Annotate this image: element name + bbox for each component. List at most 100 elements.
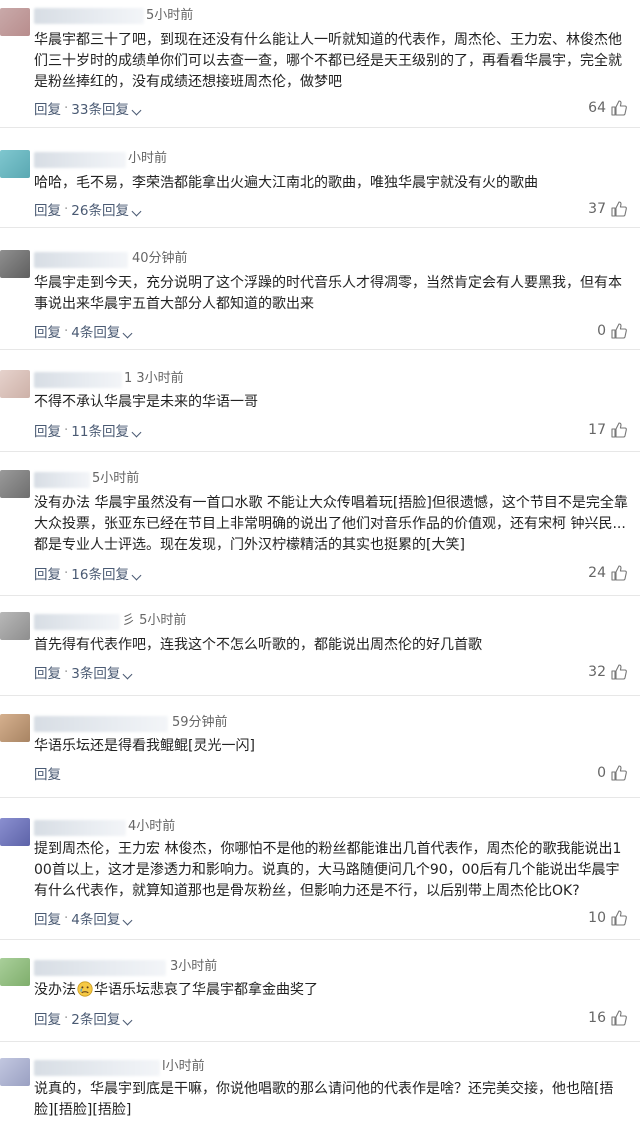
like-button[interactable]: 0 [597,321,628,341]
username-blurred[interactable] [34,152,126,168]
thumbs-up-icon [611,765,627,781]
like-count: 10 [588,910,606,926]
like-button[interactable]: 16 [588,1008,628,1028]
avatar[interactable] [0,958,30,986]
view-replies-button[interactable]: 4条回复 [71,908,133,928]
thumbs-up-icon [611,664,627,680]
comment-time: 5小时前 [92,471,140,486]
view-replies-button[interactable]: 11条回复 [71,420,142,440]
comment-actions: 回复 · 4条回复 [34,321,133,341]
username-blurred[interactable] [34,960,166,976]
thumbs-up-icon [611,565,627,581]
reply-button[interactable]: 回复 [34,321,61,341]
comment-time: 5小时前 [146,8,194,23]
like-button[interactable]: 64 [588,98,628,118]
reply-button[interactable]: 回复 [34,908,61,928]
separator: · [64,201,69,217]
comment-time: 小时前 [128,151,168,166]
view-replies-button[interactable]: 3条回复 [71,662,133,682]
comment-time: 1 3小时前 [124,371,184,386]
comment-text: 华晨宇都三十了吧，到现在还没有什么能让人一听就知道的代表作，周杰伦、王力宏、林俊… [34,32,622,90]
chevron-down-icon [131,206,142,217]
comment-actions: 回复 · 4条回复 [34,908,133,928]
view-replies-button[interactable]: 33条回复 [71,98,142,118]
comment-item: 40分钟前 华晨宇走到今天，充分说明了这个浮躁的时代音乐人才得凋零，当然肯定会有… [0,228,640,350]
reply-button[interactable]: 回复 [34,662,61,682]
reply-button[interactable]: 回复 [34,199,61,219]
view-replies-button[interactable]: 16条回复 [71,563,142,583]
like-button[interactable]: 17 [588,420,628,440]
reply-button[interactable]: 回复 [34,563,61,583]
like-count: 0 [597,765,606,781]
comment-text: 没有办法 华晨宇虽然没有一首口水歌 不能让大众传唱着玩[捂脸]但很遗憾，这个节目… [34,495,628,553]
comment-text: 华晨宇走到今天，充分说明了这个浮躁的时代音乐人才得凋零，当然肯定会有人要黑我，但… [34,275,622,312]
avatar[interactable] [0,1058,30,1086]
avatar[interactable] [0,8,30,36]
thumbs-up-icon [611,323,627,339]
username-blurred[interactable] [34,472,90,488]
like-button[interactable]: 37 [588,199,628,219]
like-count: 16 [588,1010,606,1026]
comment-item: 5小时前 华晨宇都三十了吧，到现在还没有什么能让人一听就知道的代表作，周杰伦、王… [0,0,640,128]
chevron-down-icon [131,570,142,581]
reply-button[interactable]: 回复 [34,763,61,783]
username-blurred[interactable] [34,8,144,24]
like-count: 37 [588,201,606,217]
comment-text-part: 华语乐坛悲哀了华晨宇都拿金曲奖了 [94,982,318,998]
comment-text: 华语乐坛还是得看我鲲鲲[灵光一闪] [34,738,255,754]
replies-count-label: 3条回复 [71,666,121,682]
username-blurred[interactable] [34,820,126,836]
avatar[interactable] [0,470,30,498]
separator: · [64,100,69,116]
thumbs-up-icon [611,422,627,438]
replies-count-label: 16条回复 [71,567,129,583]
like-button[interactable]: 32 [588,662,628,682]
replies-count-label: 4条回复 [71,912,121,928]
username-blurred[interactable] [34,716,168,732]
view-replies-button[interactable]: 4条回复 [71,321,133,341]
username-blurred[interactable] [34,614,120,630]
comment-text: 说真的，华晨宇到底是干嘛，你说他唱歌的那么请问他的代表作是啥？还完美交接，他也陪… [34,1081,614,1118]
username-blurred[interactable] [34,252,128,268]
username-blurred[interactable] [34,1060,160,1076]
comment-actions: 回复 · 16条回复 [34,563,142,583]
view-replies-button[interactable]: 2条回复 [71,1008,133,1028]
replies-count-label: 2条回复 [71,1012,121,1028]
comment-time: l小时前 [162,1059,205,1074]
avatar[interactable] [0,612,30,640]
like-button[interactable]: 10 [588,908,628,928]
username-blurred[interactable] [34,372,122,388]
avatar[interactable] [0,150,30,178]
reply-button[interactable]: 回复 [34,1008,61,1028]
comment-item: 小时前 哈哈，毛不易，李荣浩都能拿出火遍大江南北的歌曲，唯独华晨宇就没有火的歌曲… [0,128,640,228]
avatar[interactable] [0,250,30,278]
comment-item: 彡 5小时前 首先得有代表作吧，连我这个不怎么听歌的，都能说出周杰伦的好几首歌 … [0,596,640,696]
comment-time: 4小时前 [128,819,176,834]
comment-item: 59分钟前 华语乐坛还是得看我鲲鲲[灵光一闪] 回复 0 [0,696,640,798]
chevron-down-icon [122,669,133,680]
reply-button[interactable]: 回复 [34,98,61,118]
separator: · [64,565,69,581]
avatar[interactable] [0,714,30,742]
thumbs-up-icon [611,201,627,217]
comment-actions: 回复 · 11条回复 [34,420,142,440]
reply-button[interactable]: 回复 [34,420,61,440]
avatar[interactable] [0,818,30,846]
comment-text: 哈哈，毛不易，李荣浩都能拿出火遍大江南北的歌曲，唯独华晨宇就没有火的歌曲 [34,175,538,191]
comment-time: 59分钟前 [172,715,228,730]
comment-actions: 回复 · 33条回复 [34,98,142,118]
like-count: 24 [588,565,606,581]
thumbs-up-icon [611,1010,627,1026]
comment-time: 3小时前 [170,959,218,974]
view-replies-button[interactable]: 26条回复 [71,199,142,219]
like-button[interactable]: 24 [588,563,628,583]
separator: · [64,664,69,680]
chevron-down-icon [131,427,142,438]
replies-count-label: 11条回复 [71,424,129,440]
like-button[interactable]: 0 [597,763,628,783]
separator: · [64,323,69,339]
comment-text: 提到周杰伦，王力宏 林俊杰，你哪怕不是他的粉丝都能谁出几首代表作，周杰伦的歌我能… [34,841,622,899]
avatar[interactable] [0,370,30,398]
replies-count-label: 4条回复 [71,325,121,341]
chevron-down-icon [122,915,133,926]
